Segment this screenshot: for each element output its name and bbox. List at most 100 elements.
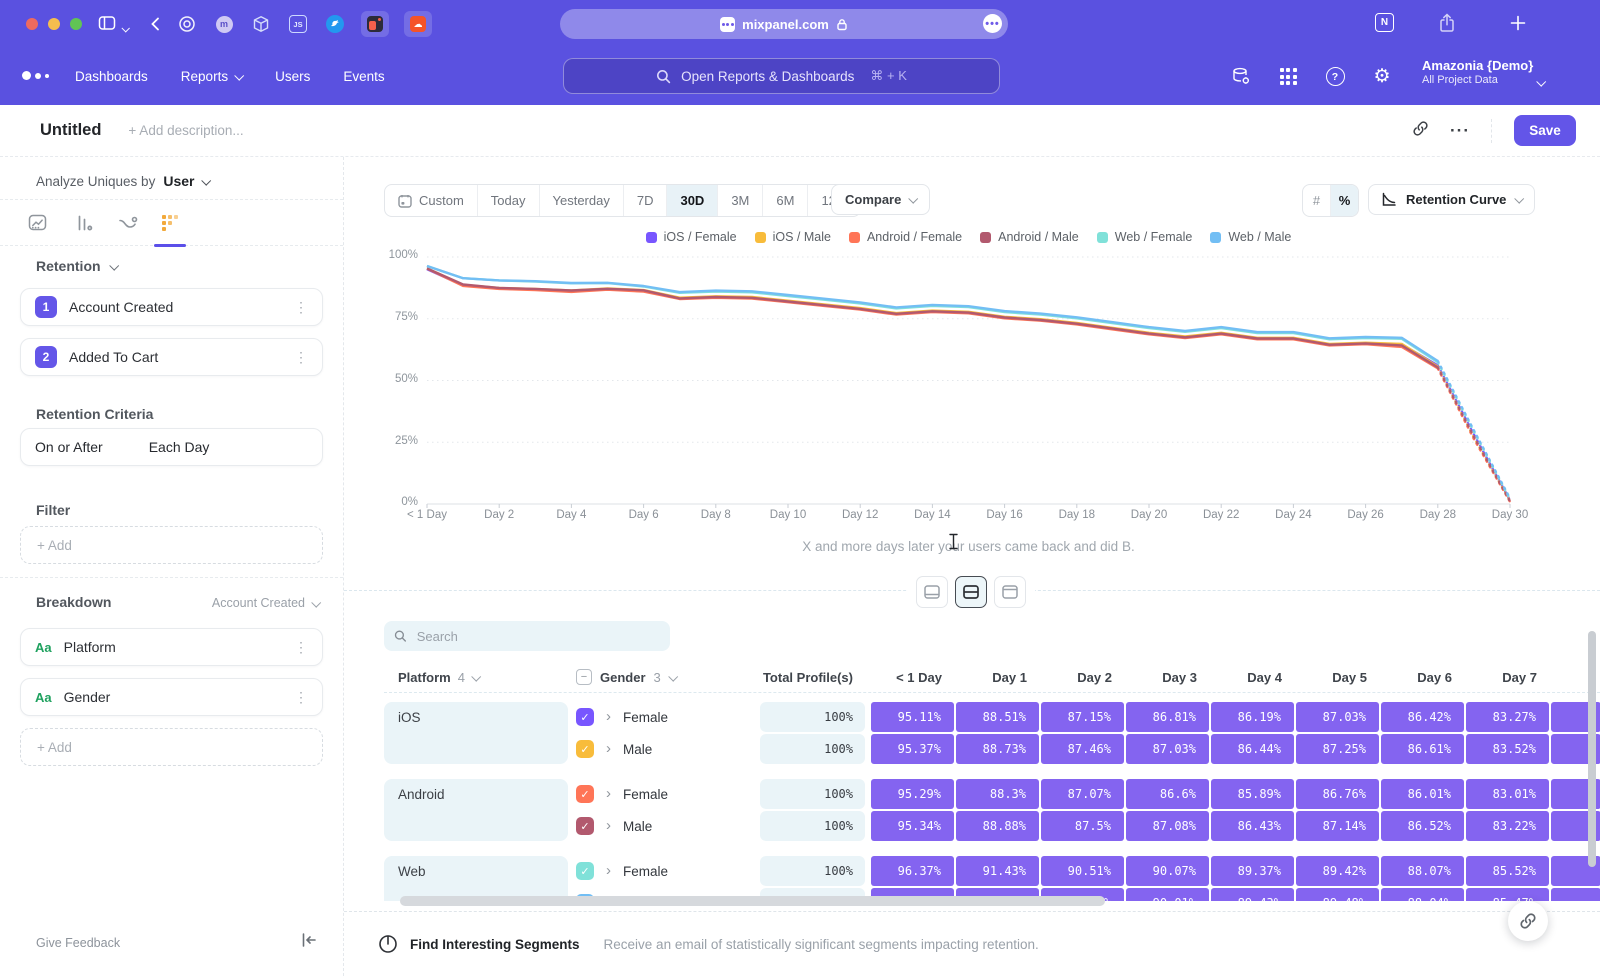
retention-value-cell[interactable]: 86.52%: [1381, 811, 1464, 841]
retention-value-cell[interactable]: 87.25%: [1296, 734, 1379, 764]
retention-criteria-card[interactable]: On or After Each Day: [20, 428, 323, 466]
retention-value-cell[interactable]: 87.07%: [1041, 779, 1124, 809]
retention-value-cell[interactable]: 87.15%: [1041, 702, 1124, 732]
retention-value-cell[interactable]: 87.46%: [1041, 734, 1124, 764]
url-bar[interactable]: mixpanel.com •••: [560, 9, 1008, 39]
day-header-day-5[interactable]: Day 5: [1296, 670, 1381, 685]
table-search[interactable]: [384, 621, 670, 651]
back-icon[interactable]: [148, 16, 164, 37]
cube-icon[interactable]: [250, 13, 272, 35]
vertical-scrollbar[interactable]: [1588, 631, 1596, 867]
tab-funnels[interactable]: [69, 207, 101, 239]
js-badge-icon[interactable]: JS: [287, 13, 309, 35]
url-ellipsis-icon[interactable]: •••: [983, 14, 1002, 33]
target-icon[interactable]: [176, 13, 198, 35]
breakdown-property-card[interactable]: Aa Platform ⋮: [20, 628, 323, 666]
range-3m[interactable]: 3M: [718, 185, 763, 216]
nav-link-users[interactable]: Users: [275, 69, 310, 84]
day-header-day-1[interactable]: Day 1: [956, 670, 1041, 685]
legend-item[interactable]: Web / Male: [1210, 230, 1291, 244]
platform-cell[interactable]: Web: [384, 856, 568, 901]
row-checkbox[interactable]: ✓: [576, 708, 594, 726]
add-breakdown-button[interactable]: + Add: [20, 728, 323, 766]
retention-value-cell[interactable]: 90.51%: [1041, 856, 1124, 886]
retention-value-cell[interactable]: 88.04%: [1381, 888, 1464, 901]
retention-value-cell[interactable]: 83.52%: [1466, 734, 1549, 764]
breakdown-scope-selector[interactable]: Account Created: [212, 596, 319, 610]
retention-section-title[interactable]: Retention: [36, 258, 117, 274]
retention-value-cell[interactable]: 86.42%: [1381, 702, 1464, 732]
retention-value-cell[interactable]: 86.43%: [1211, 811, 1294, 841]
select-all-checkbox[interactable]: −: [576, 669, 592, 685]
retention-value-cell[interactable]: 89.42%: [1296, 856, 1379, 886]
retention-value-cell[interactable]: 87.08%: [1126, 811, 1209, 841]
reader-red-icon[interactable]: [361, 11, 389, 37]
day-header-day-3[interactable]: Day 3: [1126, 670, 1211, 685]
avatar-m-icon[interactable]: m: [213, 13, 235, 35]
retention-value-cell[interactable]: 86.61%: [1381, 734, 1464, 764]
compare-button[interactable]: Compare: [831, 184, 930, 215]
day-header-day-2[interactable]: Day 2: [1041, 670, 1126, 685]
data-governance-icon[interactable]: [1231, 67, 1251, 87]
toggle-chart-focus-icon[interactable]: [916, 576, 948, 608]
retention-value-cell[interactable]: 86.81%: [1126, 702, 1209, 732]
horizontal-scrollbar[interactable]: [400, 896, 1105, 906]
add-filter-button[interactable]: + Add: [20, 526, 323, 564]
retention-value-cell[interactable]: 86.76%: [1296, 779, 1379, 809]
tab-flows[interactable]: [112, 207, 144, 239]
mixpanel-logo[interactable]: [22, 71, 49, 80]
row-checkbox[interactable]: ✓: [576, 785, 594, 803]
retention-value-cell[interactable]: 87.14%: [1296, 811, 1379, 841]
retention-value-cell[interactable]: 83.27%: [1466, 702, 1549, 732]
day-header-day-4[interactable]: Day 4: [1211, 670, 1296, 685]
day-header-day-7[interactable]: Day 7: [1466, 670, 1551, 685]
more-options-icon[interactable]: ···: [1450, 121, 1470, 141]
retention-value-cell[interactable]: 95.37%: [871, 734, 954, 764]
range-custom[interactable]: Custom: [385, 185, 478, 216]
retention-value-cell[interactable]: 96.37%: [871, 856, 954, 886]
day-header-day-6[interactable]: Day 6: [1381, 670, 1466, 685]
retention-value-cell[interactable]: 85.52%: [1466, 856, 1549, 886]
retention-step-card[interactable]: 2 Added To Cart ⋮: [20, 338, 323, 376]
format-percent[interactable]: %: [1330, 185, 1358, 216]
copy-link-icon[interactable]: [1412, 120, 1429, 142]
legend-item[interactable]: Web / Female: [1097, 230, 1193, 244]
help-icon[interactable]: ?: [1325, 67, 1345, 87]
search-input[interactable]: [415, 628, 660, 645]
report-title[interactable]: Untitled: [40, 121, 101, 140]
day-header-1-day[interactable]: < 1 Day: [871, 670, 956, 685]
range-6m[interactable]: 6M: [763, 185, 808, 216]
nav-link-dashboards[interactable]: Dashboards: [75, 69, 148, 84]
retention-value-cell[interactable]: 83.01%: [1466, 779, 1549, 809]
platform-cell[interactable]: Android: [384, 779, 568, 841]
kebab-menu-icon[interactable]: ⋮: [294, 300, 308, 314]
retention-step-card[interactable]: 1 Account Created ⋮: [20, 288, 323, 326]
segments-title[interactable]: Find Interesting Segments: [410, 937, 580, 952]
retention-value-cell[interactable]: 87.03%: [1296, 702, 1379, 732]
report-description-placeholder[interactable]: + Add description...: [128, 123, 243, 138]
nav-link-events[interactable]: Events: [343, 69, 384, 84]
retention-value-cell[interactable]: 88.88%: [956, 811, 1039, 841]
gender-column-header[interactable]: − Gender 3: [576, 669, 760, 685]
retention-value-cell[interactable]: 86.01%: [1381, 779, 1464, 809]
legend-item[interactable]: Android / Male: [980, 230, 1079, 244]
global-search[interactable]: Open Reports & Dashboards ⌘ + K: [563, 58, 1000, 94]
close-window-button[interactable]: [26, 18, 38, 30]
retention-value-cell[interactable]: 88.73%: [956, 734, 1039, 764]
retention-value-cell[interactable]: 88.3%: [956, 779, 1039, 809]
tab-retention[interactable]: [154, 207, 186, 239]
range-yesterday[interactable]: Yesterday: [540, 185, 624, 216]
retention-value-cell[interactable]: 90.07%: [1126, 856, 1209, 886]
retention-value-cell[interactable]: 88.07%: [1381, 856, 1464, 886]
range-today[interactable]: Today: [478, 185, 540, 216]
tab-insights[interactable]: [21, 207, 53, 239]
sidebar-toggle-icon[interactable]: [98, 14, 116, 37]
bird-icon[interactable]: [324, 13, 346, 35]
retention-value-cell[interactable]: 89.48%: [1296, 888, 1379, 901]
project-switcher[interactable]: Amazonia {Demo} All Project Data: [1422, 58, 1533, 88]
toggle-table-focus-icon[interactable]: [994, 576, 1026, 608]
row-checkbox[interactable]: ✓: [576, 817, 594, 835]
expand-row-icon[interactable]: ›: [606, 785, 611, 802]
retention-value-cell[interactable]: 90.01%: [1126, 888, 1209, 901]
legend-item[interactable]: iOS / Female: [646, 230, 737, 244]
